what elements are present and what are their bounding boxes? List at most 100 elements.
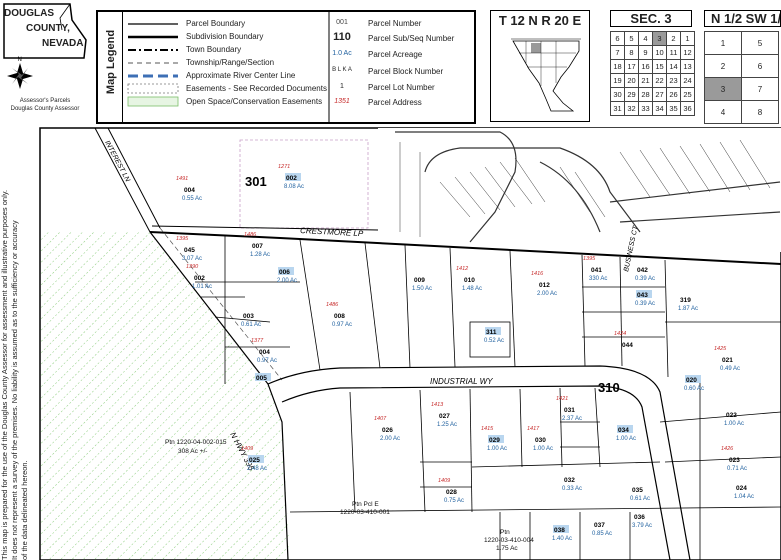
parcel-number: 029 [489, 437, 500, 444]
parcel-address: 1395 [176, 236, 189, 242]
section-grid-row: 18 17 16 15 14 13 [610, 59, 695, 74]
parcel-address: 1421 [556, 396, 568, 402]
section-grid-row: 19 20 21 22 23 24 [610, 73, 695, 88]
parcel-number: 043 [637, 292, 648, 299]
parcel-acreage: 1.48 Ac [462, 286, 482, 292]
ptn-label-3-line2: 1220-03-410-004 [484, 537, 534, 544]
parcel-acreage: 1.40 Ac [552, 536, 572, 542]
parcel-acreage: 0.97 Ac [257, 358, 277, 364]
ptn-label-1-line1: Ptn 1220-04-002-015 [165, 439, 227, 446]
section-cell: 35 [666, 101, 681, 116]
parcel-acreage: 1.01 Ac [192, 284, 212, 290]
section-cell: 1 [680, 31, 695, 46]
parcel-address: 1425 [714, 346, 727, 352]
section-grid-row: 654321 [610, 31, 695, 46]
assessor-map-page: N DOUGLAS COUNTY, NEVADA Assessor's Parc… [0, 0, 781, 560]
parcel-number: 025 [249, 457, 260, 464]
quarter-cell: 7 [741, 77, 779, 101]
section-cell: 26 [666, 87, 681, 102]
parcel-map: CRESTMORE LP INDUSTRIAL WY N HWY 395 INT… [39, 127, 781, 560]
parcel-address: 1413 [431, 402, 444, 408]
section-cell: 17 [624, 59, 639, 74]
section-grid: 6 5 4 3 2 1 7 8 9 10 11 12 18 17 16 15 14 13 19 20 21 22 23 24 3… [610, 31, 695, 116]
section-title: SEC. 3 [610, 10, 692, 27]
map-header: N DOUGLAS COUNTY, NEVADA Assessor's Parc… [0, 0, 781, 124]
section-cell: 34 [652, 101, 667, 116]
parcel-number: 034 [618, 427, 629, 434]
quarter-cell: 2 [704, 54, 742, 78]
parcel-number: 027 [439, 413, 450, 420]
parcel-number: 035 [632, 487, 643, 494]
section-cell: 24 [680, 73, 695, 88]
subdivision-lots [378, 128, 781, 252]
parcel-number: 030 [535, 437, 546, 444]
section-cell: 18 [610, 59, 625, 74]
section-grid-row: 30 29 28 27 26 25 [610, 87, 695, 102]
section-cell: 33 [638, 101, 653, 116]
parcel-number: 009 [414, 277, 425, 284]
quarter-section-locator: N 1/2 SW 1/4 15263748 [704, 10, 781, 124]
parcel-number: 002 [194, 275, 205, 282]
parcel-number: 024 [736, 485, 747, 492]
parcel-acreage: 0.55 Ac [182, 196, 202, 202]
county-badge: N DOUGLAS COUNTY, NEVADA Assessor's Parc… [0, 0, 92, 120]
parcel-number: 041 [591, 267, 602, 274]
parcel-address: 1390 [186, 264, 199, 270]
ptn-label-3-line1: Ptn [500, 529, 510, 536]
section-cell: 13 [680, 59, 695, 74]
section-cell: 3 [652, 31, 667, 46]
quarter-cell: 6 [741, 54, 779, 78]
section-cell: 4 [638, 31, 653, 46]
section-cell: 9 [638, 45, 653, 60]
parcel-number: 045 [184, 247, 195, 254]
parcel-address: 1417 [527, 426, 540, 432]
map-legend: Map Legend Parcel Boundary Subdivision B… [96, 10, 476, 124]
parcel-address: 1271 [278, 164, 290, 170]
section-cell: 8 [624, 45, 639, 60]
quarter-title: N 1/2 SW 1/4 [704, 10, 781, 27]
parcel-number: 004 [259, 349, 270, 356]
section-cell: 32 [624, 101, 639, 116]
parcel-number: 044 [622, 342, 633, 349]
parcel-address: 1424 [614, 331, 626, 337]
legend-item-parcel-boundary: Parcel Boundary [186, 19, 246, 28]
parcel-acreage: 1.28 Ac [250, 252, 270, 258]
compass-rose-icon: N [7, 57, 33, 89]
legend-item-town-boundary: Town Boundary [186, 45, 242, 54]
quarter-cell: 4 [704, 100, 742, 124]
legend-item-block: Parcel Block Number [368, 67, 444, 76]
legend-item-address: Parcel Address [368, 98, 422, 107]
legend-sym-lot: 1 [340, 83, 344, 90]
parcel-address: 1416 [531, 271, 544, 277]
county-footer-2: Douglas County Assessor [10, 106, 80, 112]
parcel-acreage: 0.39 Ac [635, 276, 655, 282]
section-cell: 25 [680, 87, 695, 102]
parcel-address: 1407 [374, 416, 387, 422]
parcel-acreage: 0.33 Ac [562, 486, 582, 492]
parcel-acreage: 2.37 Ac [562, 416, 582, 422]
quarter-cell: 1 [704, 31, 742, 55]
parcel-number: 002 [286, 175, 297, 182]
county-footer-1: Assessor's Parcels [19, 98, 71, 104]
township-range-box: T 12 N R 20 E [490, 10, 590, 122]
parcel-acreage: 330 Ac [589, 276, 607, 282]
legend-sym-block: B L K A [332, 67, 352, 73]
section-cell: 23 [666, 73, 681, 88]
legend-sym-parcel-number: 001 [336, 19, 348, 26]
section-cell: 11 [666, 45, 681, 60]
ptn-label-2-line1: Ptn Pcl E [352, 501, 379, 508]
section-cell: 6 [610, 31, 625, 46]
parcel[interactable]: 005 [255, 373, 271, 382]
parcel-address: 1395 [583, 256, 596, 262]
legend-sym-sub-seq: 110 [333, 31, 351, 43]
parcel-address: 1486 [326, 302, 339, 308]
legend-item-river: Approximate River Center Line [186, 71, 296, 80]
township-locator-map-icon [511, 38, 581, 112]
block-number-310: 310 [598, 380, 620, 395]
quarter-grid: 15263748 [704, 31, 779, 124]
parcel-address: 1426 [721, 446, 734, 452]
block-number-301: 301 [245, 174, 267, 189]
parcel-acreage: 0.85 Ac [592, 531, 612, 537]
section-cell: 2 [666, 31, 681, 46]
parcel-acreage: 0.49 Ac [720, 366, 740, 372]
